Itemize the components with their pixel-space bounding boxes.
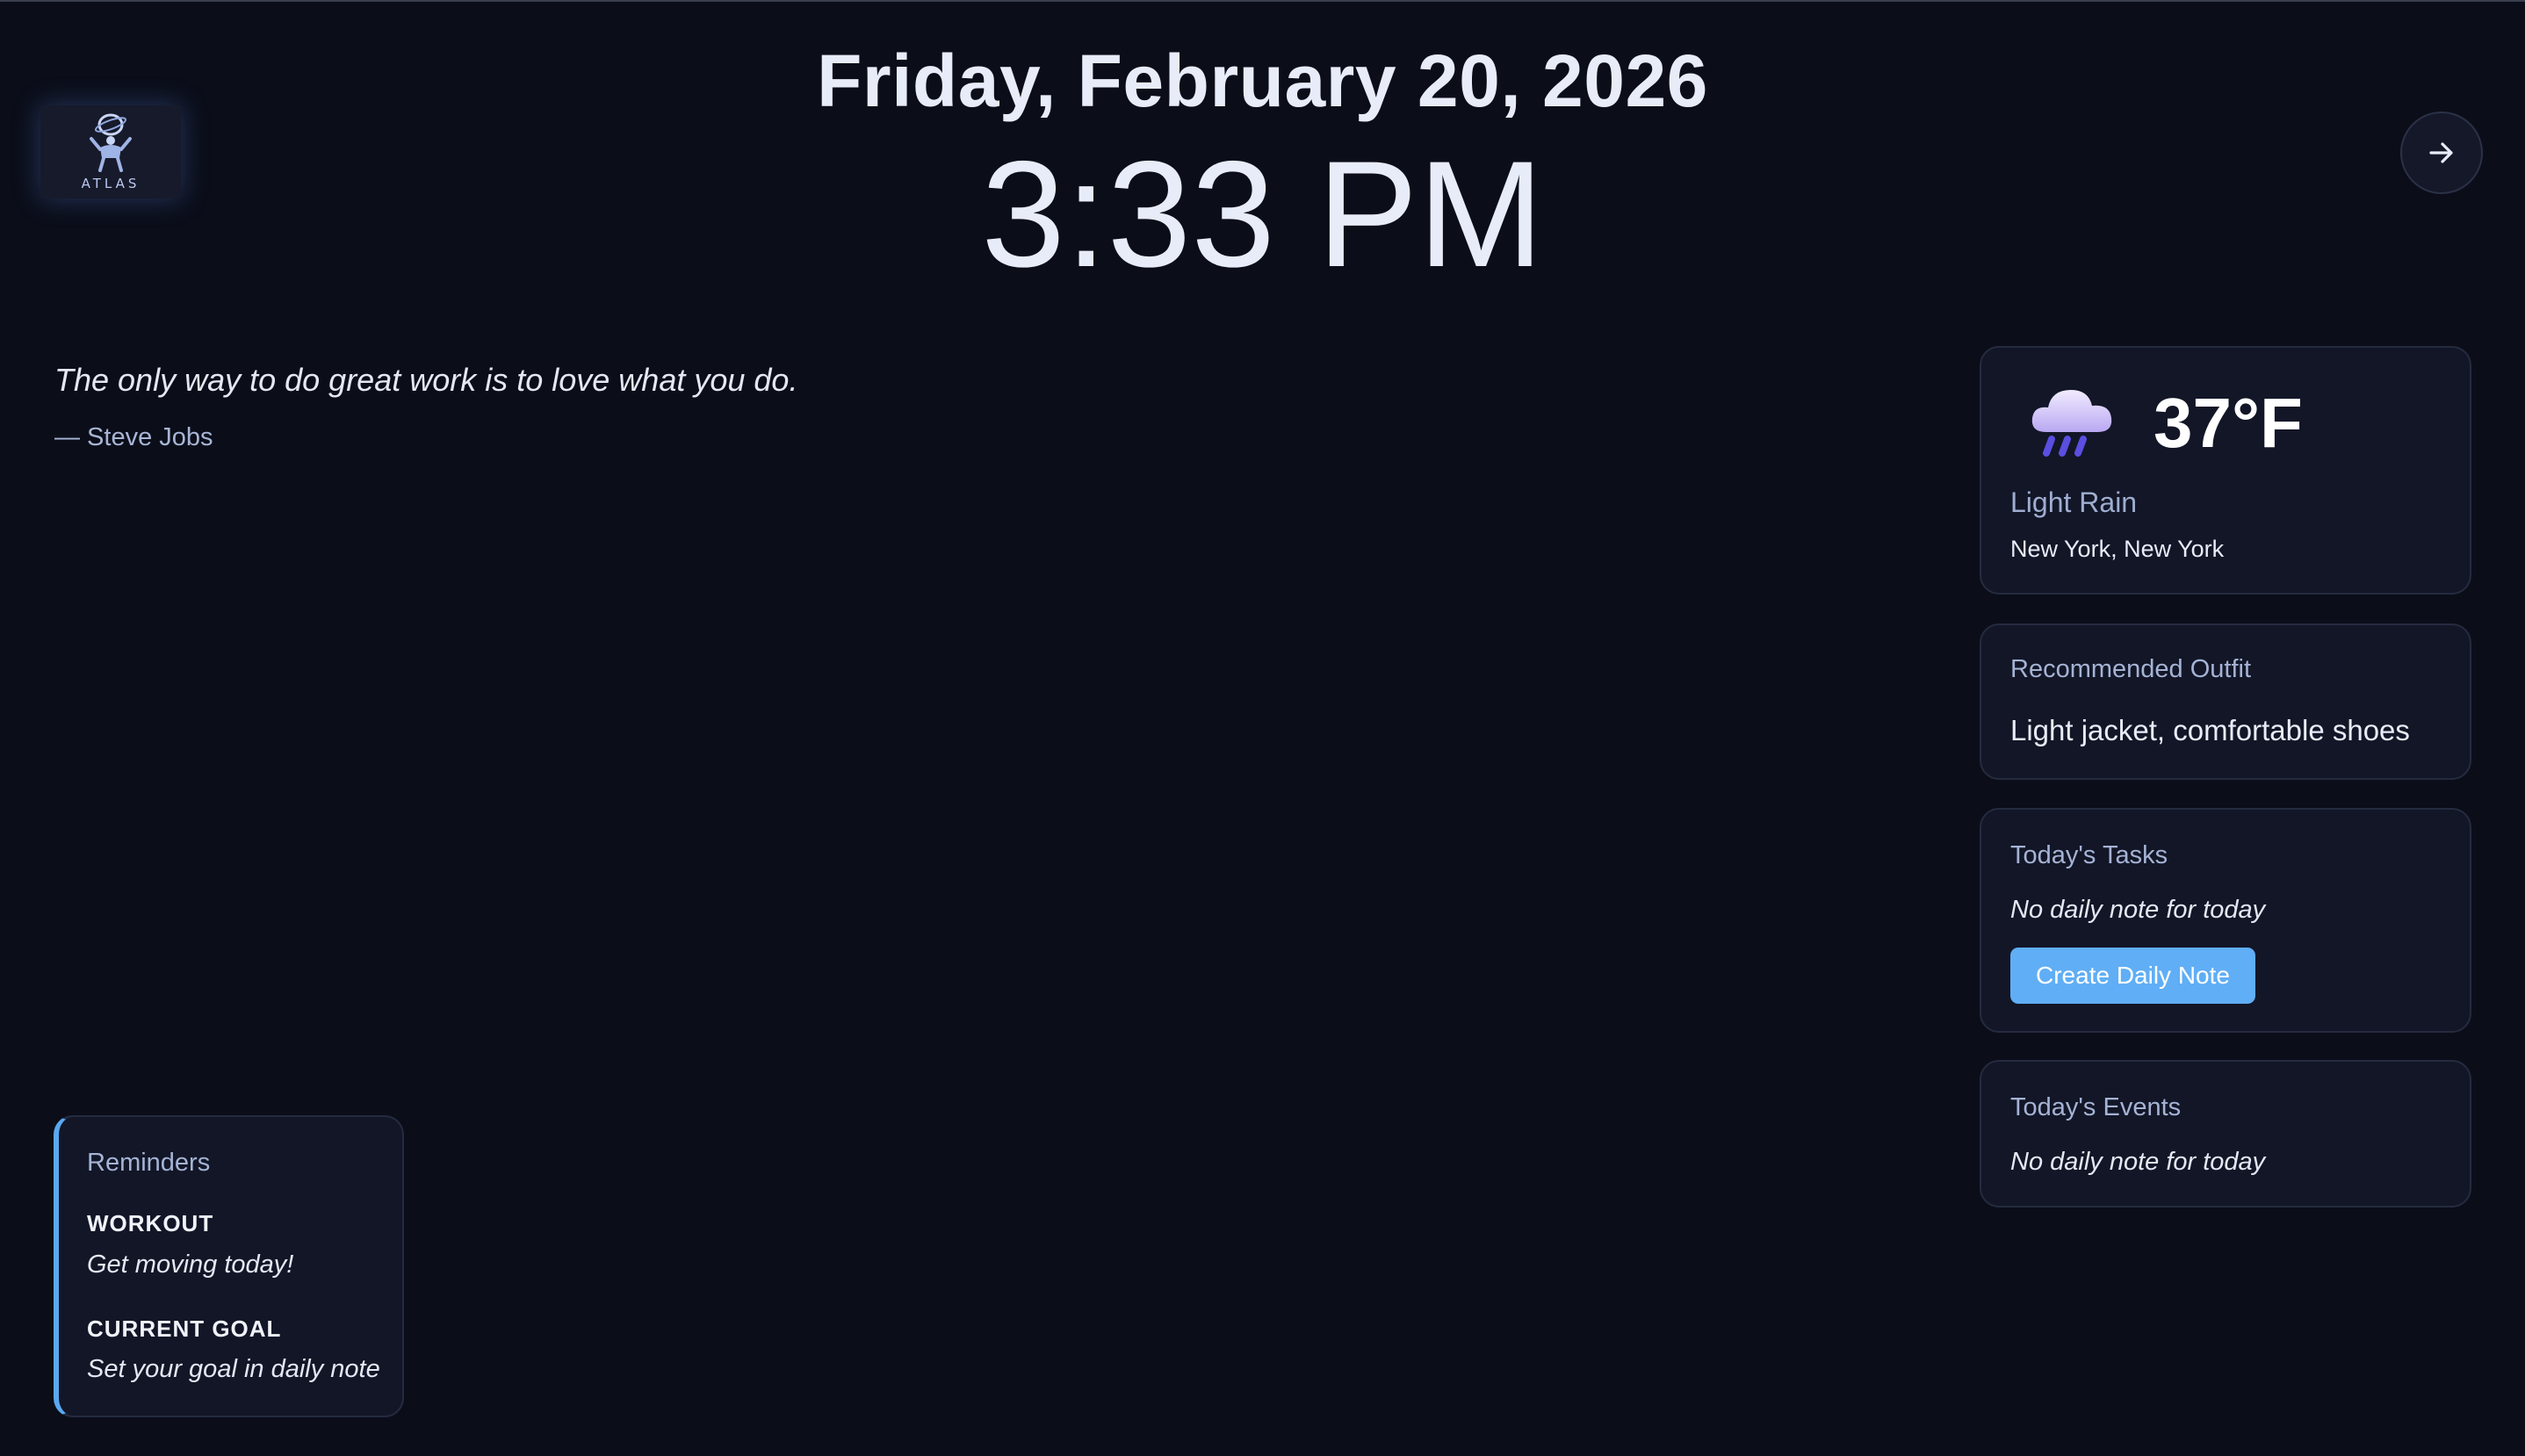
weather-card: 37°F Light Rain New York, New York — [1980, 346, 2471, 595]
current-time: 3:33 PM — [981, 130, 1544, 299]
tasks-card: Today's Tasks No daily note for today Cr… — [1980, 808, 2471, 1033]
events-note: No daily note for today — [2010, 1148, 2266, 1176]
outfit-card: Recommended Outfit Light jacket, comfort… — [1980, 623, 2471, 780]
quote-text: The only way to do great work is to love… — [54, 362, 798, 398]
create-daily-note-button[interactable]: Create Daily Note — [2010, 948, 2255, 1004]
events-title: Today's Events — [2010, 1093, 2182, 1121]
next-page-button[interactable] — [2400, 112, 2483, 194]
reminder-label: CURRENT GOAL — [87, 1315, 282, 1342]
reminder-text: Set your goal in daily note — [87, 1355, 380, 1383]
reminders-title: Reminders — [87, 1149, 211, 1177]
rain-cloud-icon — [2024, 378, 2120, 466]
weather-condition: Light Rain — [2010, 487, 2138, 518]
current-date: Friday, February 20, 2026 — [817, 40, 1708, 122]
tasks-title: Today's Tasks — [2010, 841, 2168, 869]
quote-author: — Steve Jobs — [54, 423, 213, 451]
temperature: 37°F — [2153, 384, 2303, 462]
weather-location: New York, New York — [2010, 536, 2225, 562]
dashboard-page: ATLAS Friday, February 20, 2026 3:33 PM … — [0, 0, 2525, 1456]
tasks-note: No daily note for today — [2010, 896, 2266, 924]
outfit-title: Recommended Outfit — [2010, 655, 2252, 683]
reminder-text: Get moving today! — [87, 1251, 294, 1279]
outfit-text: Light jacket, comfortable shoes — [2010, 714, 2410, 746]
arrow-right-icon — [2429, 142, 2453, 163]
reminders-card: Reminders WORKOUT Get moving today! CURR… — [54, 1115, 404, 1417]
reminder-label: WORKOUT — [87, 1210, 214, 1236]
events-card: Today's Events No daily note for today — [1980, 1060, 2471, 1207]
